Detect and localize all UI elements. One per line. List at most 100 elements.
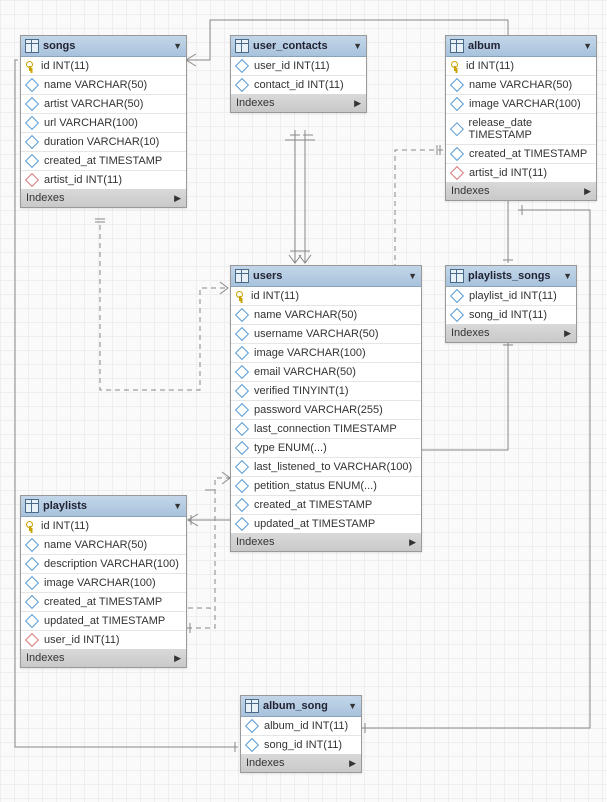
column-row[interactable]: artist_id INT(11) (21, 171, 186, 189)
column-row[interactable]: url VARCHAR(100) (21, 114, 186, 133)
indexes-section[interactable]: Indexes ▶ (446, 182, 596, 200)
column-row[interactable]: last_listened_to VARCHAR(100) (231, 458, 421, 477)
collapse-icon[interactable]: ▼ (583, 41, 592, 51)
column-row[interactable]: id INT(11) (446, 57, 596, 76)
collapse-icon[interactable]: ▼ (348, 701, 357, 711)
column-row[interactable]: contact_id INT(11) (231, 76, 366, 94)
er-diagram-canvas: songs▼id INT(11)name VARCHAR(50)artist V… (0, 0, 607, 802)
entity-album_song[interactable]: album_song▼ album_id INT(11) song_id INT(1… (240, 695, 362, 773)
column-row[interactable]: image VARCHAR(100) (231, 344, 421, 363)
entity-header[interactable]: playlists_songs▼ (446, 266, 576, 287)
column-row[interactable]: petition_status ENUM(...) (231, 477, 421, 496)
expand-icon[interactable]: ▶ (349, 758, 356, 769)
indexes-section[interactable]: Indexes ▶ (446, 324, 576, 342)
column-row[interactable]: image VARCHAR(100) (21, 574, 186, 593)
entity-header[interactable]: user_contacts ▼ (231, 36, 366, 57)
column-row[interactable]: id INT(11) (231, 287, 421, 306)
column-row[interactable]: album_id INT(11) (241, 717, 361, 736)
column-row[interactable]: release_date TIMESTAMP (446, 114, 596, 145)
column-row[interactable]: description VARCHAR(100) (21, 555, 186, 574)
column-row[interactable]: email VARCHAR(50) (231, 363, 421, 382)
entity-users[interactable]: users▼ id INT(11) name VARCHAR(50)username… (230, 265, 422, 552)
column-row[interactable]: created_at TIMESTAMP (21, 593, 186, 612)
column-row[interactable]: artist_id INT(11) (446, 164, 596, 182)
column-row[interactable]: artist VARCHAR(50) (21, 95, 186, 114)
indexes-section[interactable]: Indexes▶ (21, 649, 186, 667)
column-text: duration VARCHAR(10) (44, 136, 159, 148)
column-text: contact_id INT(11) (254, 79, 344, 91)
column-row[interactable]: song_id INT(11) (446, 306, 576, 324)
column-row[interactable]: updated_at TIMESTAMP (21, 612, 186, 631)
column-row[interactable]: user_id INT(11) (21, 631, 186, 649)
indexes-section[interactable]: Indexes▶ (241, 754, 361, 772)
expand-icon[interactable]: ▶ (409, 537, 416, 548)
column-icon (235, 403, 249, 417)
column-text: song_id INT(11) (469, 309, 547, 321)
entity-header[interactable]: playlists▼ (21, 496, 186, 517)
column-row[interactable]: name VARCHAR(50) (446, 76, 596, 95)
indexes-section[interactable]: Indexes▶ (21, 189, 186, 207)
column-icon (25, 538, 39, 552)
indexes-label: Indexes (451, 185, 490, 197)
table-icon (235, 39, 249, 53)
column-row[interactable]: image VARCHAR(100) (446, 95, 596, 114)
entity-songs[interactable]: songs▼id INT(11)name VARCHAR(50)artist V… (20, 35, 187, 208)
column-text: verified TINYINT(1) (254, 385, 349, 397)
columns-list: user_id INT(11) contact_id INT(11) (231, 57, 366, 94)
entity-playlists[interactable]: playlists▼id INT(11) name VARCHAR(50) desc… (20, 495, 187, 668)
column-row[interactable]: id INT(11) (21, 517, 186, 536)
expand-icon[interactable]: ▶ (174, 193, 181, 204)
entity-header[interactable]: album ▼ (446, 36, 596, 57)
foreign-key-icon (25, 633, 39, 647)
column-row[interactable]: duration VARCHAR(10) (21, 133, 186, 152)
entity-header[interactable]: album_song▼ (241, 696, 361, 717)
column-row[interactable]: username VARCHAR(50) (231, 325, 421, 344)
entity-user_contacts[interactable]: user_contacts ▼ user_id INT(11) contact_id … (230, 35, 367, 113)
collapse-icon[interactable]: ▼ (173, 501, 182, 511)
columns-list: id INT(11) name VARCHAR(50) description VA… (21, 517, 186, 649)
expand-icon[interactable]: ▶ (354, 98, 361, 109)
column-row[interactable]: name VARCHAR(50) (21, 76, 186, 95)
column-row[interactable]: created_at TIMESTAMP (231, 496, 421, 515)
column-text: created_at TIMESTAMP (44, 596, 162, 608)
collapse-icon[interactable]: ▼ (408, 271, 417, 281)
expand-icon[interactable]: ▶ (564, 328, 571, 339)
primary-key-icon (26, 521, 36, 531)
column-row[interactable]: verified TINYINT(1) (231, 382, 421, 401)
collapse-icon[interactable]: ▼ (563, 271, 572, 281)
column-icon (235, 422, 249, 436)
indexes-label: Indexes (451, 327, 490, 339)
entity-title: user_contacts (253, 40, 328, 52)
collapse-icon[interactable]: ▼ (173, 41, 182, 51)
column-row[interactable]: last_connection TIMESTAMP (231, 420, 421, 439)
column-text: id INT(11) (251, 290, 299, 302)
column-row[interactable]: user_id INT(11) (231, 57, 366, 76)
column-text: song_id INT(11) (264, 739, 342, 751)
expand-icon[interactable]: ▶ (584, 186, 591, 197)
entity-album[interactable]: album ▼ id INT(11)name VARCHAR(50)image VA… (445, 35, 597, 201)
column-text: artist_id INT(11) (469, 167, 547, 179)
column-row[interactable]: playlist_id INT(11) (446, 287, 576, 306)
column-row[interactable]: type ENUM(...) (231, 439, 421, 458)
column-row[interactable]: song_id INT(11) (241, 736, 361, 754)
column-row[interactable]: created_at TIMESTAMP (446, 145, 596, 164)
entity-header[interactable]: songs▼ (21, 36, 186, 57)
entity-playlists_songs[interactable]: playlists_songs▼playlist_id INT(11) song_… (445, 265, 577, 343)
expand-icon[interactable]: ▶ (174, 653, 181, 664)
column-row[interactable]: created_at TIMESTAMP (21, 152, 186, 171)
table-icon (450, 269, 464, 283)
column-icon (450, 289, 464, 303)
entity-title: album (468, 40, 500, 52)
column-icon (235, 327, 249, 341)
column-row[interactable]: name VARCHAR(50) (231, 306, 421, 325)
collapse-icon[interactable]: ▼ (353, 41, 362, 51)
column-row[interactable]: id INT(11) (21, 57, 186, 76)
column-row[interactable]: name VARCHAR(50) (21, 536, 186, 555)
column-row[interactable]: updated_at TIMESTAMP (231, 515, 421, 533)
column-text: album_id INT(11) (264, 720, 348, 732)
indexes-section[interactable]: Indexes▶ (231, 533, 421, 551)
column-row[interactable]: password VARCHAR(255) (231, 401, 421, 420)
indexes-section[interactable]: Indexes▶ (231, 94, 366, 112)
column-text: name VARCHAR(50) (44, 539, 147, 551)
entity-header[interactable]: users▼ (231, 266, 421, 287)
